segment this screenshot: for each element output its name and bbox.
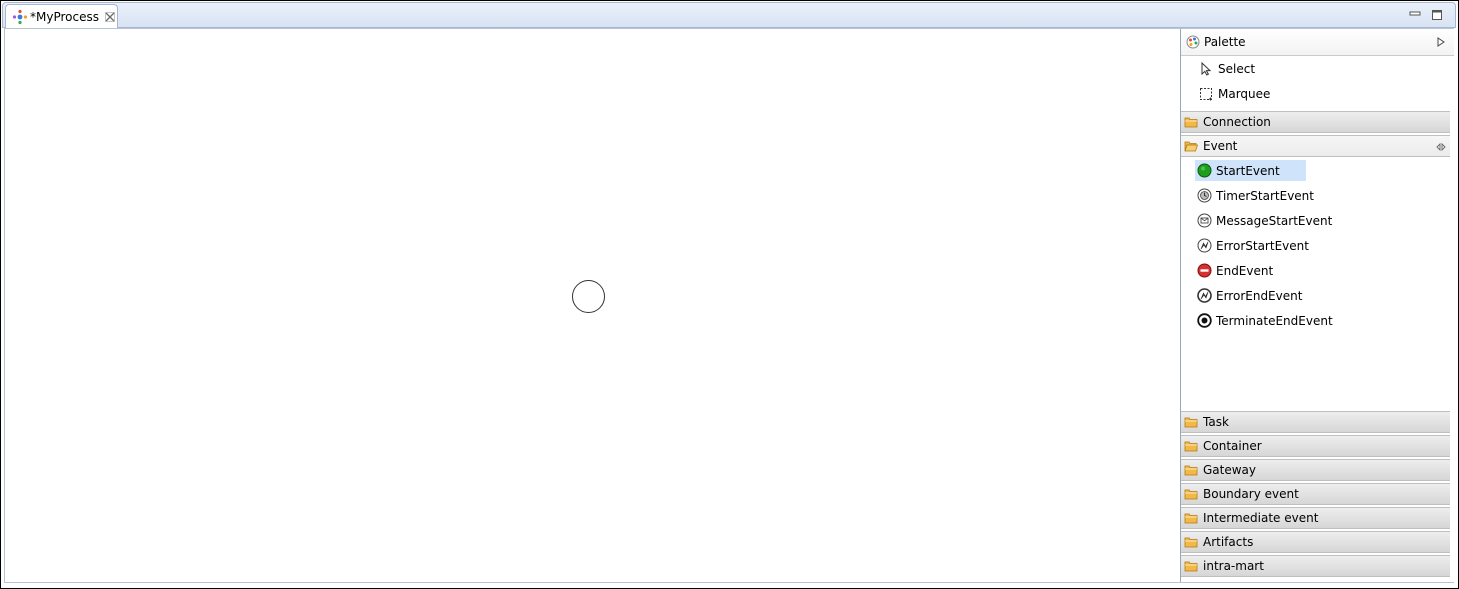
terminate-end-event-icon	[1197, 313, 1212, 328]
process-icon	[12, 9, 28, 24]
folder-icon	[1184, 513, 1198, 524]
palette-entry-error-start-event[interactable]: ErrorStartEvent	[1195, 235, 1315, 256]
editor-tab-title: *MyProcess	[30, 9, 99, 24]
drawer-intermediate-event[interactable]: Intermediate event	[1181, 507, 1450, 529]
collapse-palette-icon[interactable]	[1436, 37, 1446, 47]
folder-open-icon	[1184, 141, 1198, 152]
editor-tab-bar: *MyProcess	[2, 2, 1456, 28]
palette-entry-error-end-event[interactable]: ErrorEndEvent	[1195, 285, 1308, 306]
process-editor: Palette Select Marquee Connection Event …	[4, 28, 1454, 583]
drawer-event[interactable]: Event	[1181, 135, 1450, 157]
error-end-event-icon	[1197, 288, 1212, 303]
minimize-icon[interactable]	[1409, 9, 1421, 21]
drawer-connection[interactable]: Connection	[1181, 111, 1450, 133]
close-icon[interactable]	[105, 11, 115, 22]
folder-icon	[1184, 417, 1198, 428]
timer-start-event-icon	[1197, 188, 1212, 203]
drawer-container[interactable]: Container	[1181, 435, 1450, 457]
drawer-task[interactable]: Task	[1181, 411, 1450, 433]
folder-icon	[1184, 465, 1198, 476]
folder-icon	[1184, 537, 1198, 548]
palette-title: Palette	[1204, 35, 1246, 49]
palette-entry-start-event[interactable]: StartEvent	[1195, 160, 1306, 181]
palette-icon	[1186, 35, 1200, 49]
folder-icon	[1184, 117, 1198, 128]
drawer-artifacts[interactable]: Artifacts	[1181, 531, 1450, 553]
error-start-event-icon	[1197, 238, 1212, 253]
palette: Palette Select Marquee Connection Event …	[1180, 29, 1454, 582]
palette-entry-message-start-event[interactable]: MessageStartEvent	[1195, 210, 1338, 231]
start-event-icon	[1197, 163, 1212, 178]
marquee-icon	[1200, 88, 1212, 101]
folder-icon	[1184, 441, 1198, 452]
editor-tab-myprocess[interactable]: *MyProcess	[5, 4, 118, 28]
message-start-event-icon	[1197, 213, 1212, 228]
folder-icon	[1184, 561, 1198, 572]
end-event-icon	[1197, 263, 1212, 278]
select-tool[interactable]: Select	[1199, 58, 1255, 80]
marquee-tool[interactable]: Marquee	[1199, 83, 1270, 105]
drawer-boundary-event[interactable]: Boundary event	[1181, 483, 1450, 505]
start-event-shape[interactable]	[572, 280, 605, 313]
folder-icon	[1184, 489, 1198, 500]
editor-window: *MyProcess Palette Select Marquee Connec…	[0, 0, 1459, 589]
palette-entry-terminate-end-event[interactable]: TerminateEndEvent	[1195, 310, 1339, 331]
maximize-icon[interactable]	[1431, 9, 1443, 21]
palette-entry-end-event[interactable]: EndEvent	[1195, 260, 1279, 281]
palette-entry-timer-start-event[interactable]: TimerStartEvent	[1195, 185, 1320, 206]
palette-header[interactable]: Palette	[1181, 29, 1454, 56]
drawer-gateway[interactable]: Gateway	[1181, 459, 1450, 481]
diagram-canvas[interactable]	[5, 29, 1180, 582]
pointer-arrow-icon	[1201, 62, 1212, 76]
drawer-intra-mart[interactable]: intra-mart	[1181, 555, 1450, 577]
pin-drawer-icon[interactable]	[1436, 142, 1446, 152]
